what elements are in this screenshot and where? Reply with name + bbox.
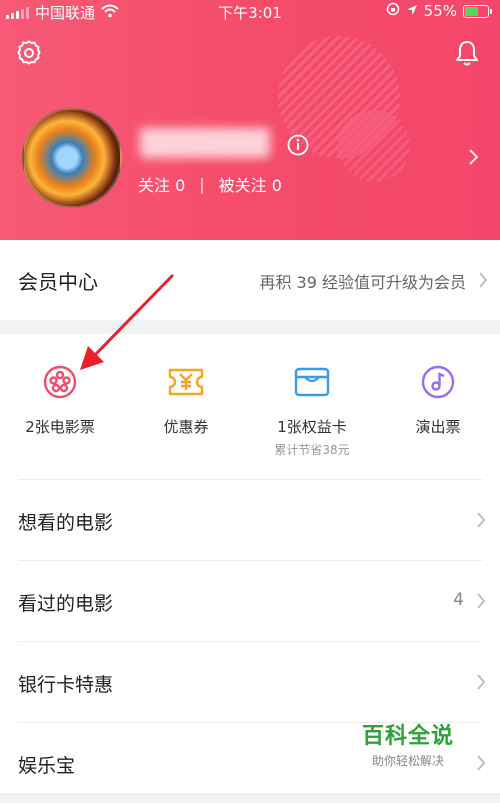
notifications-button[interactable] (452, 38, 482, 68)
profile-header: 中国联通 下午3:01 55% 关注 0 | 被关注 0 (0, 0, 500, 240)
following-link[interactable]: 关注 0 (138, 172, 185, 196)
list-item-watched[interactable]: 看过的电影 4 (0, 561, 500, 641)
watermark-title: 百科全说 (362, 724, 455, 749)
list-item-label: 想看的电影 (18, 512, 114, 534)
followers-link[interactable]: 被关注 0 (219, 172, 282, 196)
coupons-entry[interactable]: 优惠券 (126, 362, 246, 437)
service-label: 演出票 (415, 418, 461, 436)
watermark-subtitle: 助你轻松解决 (372, 754, 445, 768)
battery-percent: 55% (423, 2, 457, 20)
member-center-title: 会员中心 (18, 270, 98, 294)
avatar[interactable] (22, 108, 122, 208)
username-obscured (140, 128, 270, 158)
film-reel-icon (40, 362, 80, 402)
profile-chevron-icon[interactable] (468, 147, 480, 171)
chevron-right-icon (476, 673, 486, 695)
list-item-label: 娱乐宝 (18, 755, 76, 777)
service-label: 2张电影票 (25, 418, 95, 436)
settings-button[interactable] (14, 38, 44, 68)
card-icon (292, 362, 332, 402)
list-item-bank-card-deals[interactable]: 银行卡特惠 (0, 642, 500, 722)
member-upgrade-hint: 再积 39 经验值可升级为会员 (259, 273, 466, 292)
list-item-want-to-watch[interactable]: 想看的电影 (0, 480, 500, 560)
movie-tickets-entry[interactable]: 2张电影票 (0, 362, 120, 437)
follow-stats: 关注 0 | 被关注 0 (138, 172, 282, 196)
music-disc-icon (418, 362, 458, 402)
header-decoration (338, 110, 410, 182)
rotation-lock-icon (386, 2, 400, 20)
follow-separator: | (199, 174, 205, 194)
bell-icon (456, 41, 478, 66)
chevron-right-icon (476, 511, 486, 533)
status-bar: 中国联通 下午3:01 55% (0, 0, 500, 22)
battery-icon (463, 4, 492, 18)
list-item-label: 看过的电影 (18, 593, 114, 615)
list-item-label: 银行卡特惠 (18, 674, 114, 696)
coupon-icon (166, 362, 206, 402)
service-label: 1张权益卡 (277, 418, 347, 436)
chevron-right-icon (476, 592, 486, 614)
location-icon (406, 2, 418, 20)
service-sublabel: 累计节省38元 (274, 443, 350, 457)
chevron-right-icon (478, 271, 488, 293)
list-item-count: 4 (453, 590, 464, 610)
services-grid: 2张电影票 优惠券 1张权益卡 累计节省38元 演出票 (0, 334, 500, 480)
watermark: 百科全说 助你轻松解决 (362, 718, 482, 769)
service-label: 优惠券 (163, 418, 209, 436)
gear-icon (17, 40, 41, 65)
member-center-row[interactable]: 会员中心 再积 39 经验值可升级为会员 (0, 240, 500, 320)
info-icon[interactable] (287, 134, 309, 160)
benefit-card-entry[interactable]: 1张权益卡 累计节省38元 (252, 362, 372, 458)
show-tickets-entry[interactable]: 演出票 (378, 362, 498, 437)
